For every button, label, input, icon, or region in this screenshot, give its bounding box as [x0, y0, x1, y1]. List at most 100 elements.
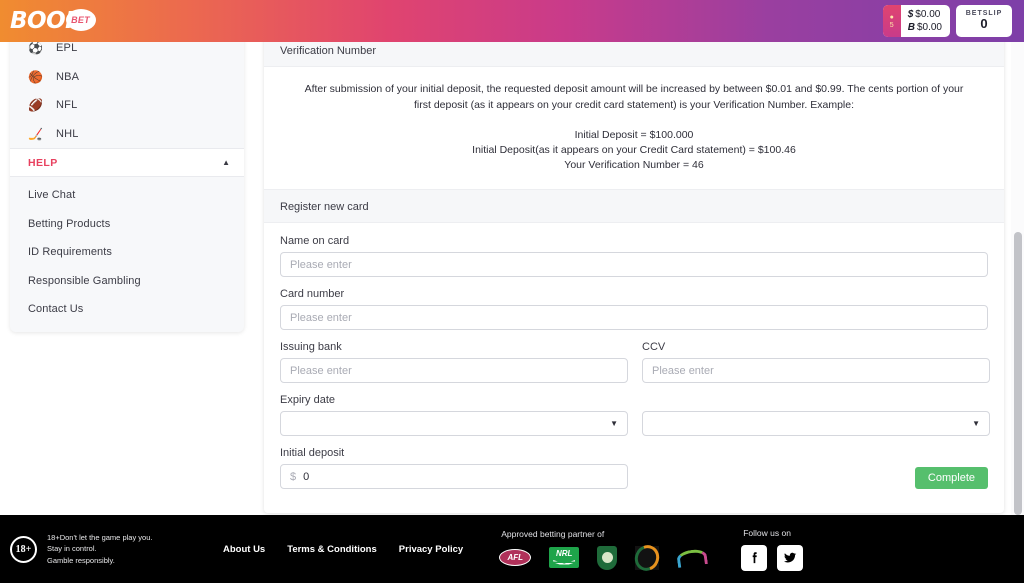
facebook-icon[interactable] [741, 545, 767, 571]
ccv-input[interactable] [642, 358, 990, 383]
afl-logo-mark: AFL [499, 549, 531, 566]
card-number-field: Card number [280, 288, 988, 330]
cricket-australia-logo[interactable] [597, 546, 617, 570]
expiry-year-label [642, 394, 990, 406]
issuing-bank-field: Issuing bank [280, 341, 628, 383]
balance-icon-column: ● 5 [883, 5, 901, 37]
expiry-year-select[interactable]: ▼ [642, 411, 990, 436]
name-on-card-row: Name on card [280, 235, 988, 277]
tennis-australia-logo[interactable] [677, 548, 707, 568]
expiry-date-label: Expiry date [280, 394, 628, 406]
footer-link-terms-conditions[interactable]: Terms & Conditions [287, 544, 377, 555]
initial-deposit-row: $ 0 Complete [280, 464, 988, 489]
sidebar-item-id-requirements[interactable]: ID Requirements [10, 238, 244, 267]
twitter-icon[interactable] [777, 545, 803, 571]
sidebar-item-live-chat[interactable]: Live Chat [10, 181, 244, 210]
name-on-card-field: Name on card [280, 235, 988, 277]
sidebar-help-header[interactable]: HELP ▲ [10, 148, 244, 177]
issuing-bank-input[interactable] [280, 358, 628, 383]
sidebar-item-label: Responsible Gambling [28, 275, 141, 287]
balance-box[interactable]: ● 5 $$0.00 B$0.00 [883, 5, 950, 37]
site-footer: 18+ 18+Don't let the game play you. Stay… [0, 515, 1024, 583]
bonus-amount: $0.00 [917, 22, 942, 33]
sidebar-item-label: EPL [56, 42, 77, 54]
name-on-card-input[interactable] [280, 252, 988, 277]
soccer-ball-icon: ⚽ [28, 41, 50, 55]
complete-button[interactable]: Complete [915, 467, 988, 489]
sidebar-item-contact-us[interactable]: Contact Us [10, 295, 244, 324]
responsible-line-1: 18+Don't let the game play you. [47, 532, 207, 544]
example-line-1: Initial Deposit = $100.000 [300, 128, 968, 143]
card-number-input[interactable] [280, 305, 988, 330]
initial-deposit-value: 0 [303, 471, 309, 483]
sidebar-item-responsible-gambling[interactable]: Responsible Gambling [10, 267, 244, 296]
example-line-2: Initial Deposit(as it appears on your Cr… [300, 143, 968, 158]
sidebar-item-betting-products[interactable]: Betting Products [10, 210, 244, 239]
nrl-logo-mark: NRL [549, 547, 579, 568]
betslip-button[interactable]: BETSLIP 0 [956, 5, 1012, 37]
partner-logo-list: AFL NRL [499, 546, 707, 570]
sidebar-item-label: Contact Us [28, 303, 83, 315]
sidebar: ⚽ EPL 🏀 NBA 🏈 NFL 🏒 NHL HELP ▲ Liv [10, 34, 244, 332]
verification-section-title: Verification Number [280, 45, 376, 57]
sidebar-item-label: ID Requirements [28, 246, 112, 258]
balance-values: $$0.00 B$0.00 [901, 5, 950, 37]
american-football-icon: 🏈 [28, 98, 50, 112]
app-root: BOOM BET ● 5 $$0.00 B$0.00 [0, 0, 1024, 583]
sidebar-item-label: NBA [56, 71, 79, 83]
age-restriction-badge: 18+ [10, 536, 37, 563]
footer-link-about-us[interactable]: About Us [223, 544, 265, 555]
page-scrollbar-thumb[interactable] [1014, 232, 1022, 515]
sidebar-help-list: Live Chat Betting Products ID Requiremen… [10, 177, 244, 332]
betslip-count: 0 [980, 17, 987, 31]
responsible-line-2: Stay in control. [47, 543, 207, 555]
responsible-line-3: Gamble responsibly. [47, 555, 207, 567]
name-on-card-label: Name on card [280, 235, 988, 247]
betting-partners: Approved betting partner of AFL NRL [499, 529, 707, 570]
cash-balance-row: $$0.00 [908, 9, 942, 21]
social-title: Follow us on [743, 528, 803, 538]
header-right-group: ● 5 $$0.00 B$0.00 BETSLIP 0 [883, 5, 1012, 37]
body-area: ⚽ EPL 🏀 NBA 🏈 NFL 🏒 NHL HELP ▲ Liv [0, 42, 1024, 515]
responsible-gambling-text: 18+Don't let the game play you. Stay in … [47, 532, 207, 567]
social-icon-list [741, 545, 803, 571]
example-line-3: Your Verification Number = 46 [300, 158, 968, 173]
partners-title: Approved betting partner of [501, 529, 707, 539]
expiry-month-field: Expiry date ▼ [280, 394, 628, 436]
sidebar-item-nhl[interactable]: 🏒 NHL [10, 120, 244, 149]
caret-down-icon: ▼ [972, 419, 980, 428]
main-content-card: Verification Number After submission of … [264, 34, 1004, 513]
bonus-symbol: B [908, 22, 915, 33]
initial-deposit-field: $ 0 [280, 464, 628, 489]
chevron-up-icon[interactable]: ▲ [222, 158, 230, 167]
issuing-bank-label: Issuing bank [280, 341, 628, 353]
initial-deposit-input[interactable]: $ 0 [280, 464, 628, 489]
sidebar-item-label: NFL [56, 99, 77, 111]
sidebar-item-nba[interactable]: 🏀 NBA [10, 63, 244, 92]
football-australia-logo-mark [635, 546, 659, 570]
hockey-puck-icon: 🏒 [28, 127, 50, 141]
sidebar-item-label: NHL [56, 128, 79, 140]
afl-logo[interactable]: AFL [499, 549, 531, 566]
page-scrollbar-track[interactable] [1011, 42, 1024, 515]
expiry-date-row: Expiry date ▼ ▼ [280, 394, 988, 436]
logo-bet-badge: BET [66, 9, 96, 31]
verification-example: Initial Deposit = $100.000 Initial Depos… [300, 128, 968, 174]
caret-down-icon: ▼ [610, 419, 618, 428]
verification-body: After submission of your initial deposit… [264, 67, 1004, 190]
basketball-icon: 🏀 [28, 70, 50, 84]
ccv-field: CCV [642, 341, 990, 383]
coin-icon: ● [890, 14, 894, 21]
tennis-australia-logo-mark [677, 548, 707, 568]
site-logo[interactable]: BOOM BET [10, 0, 88, 42]
verification-paragraph: After submission of your initial deposit… [300, 81, 968, 114]
football-australia-logo[interactable] [635, 546, 659, 570]
bank-ccv-row: Issuing bank CCV [280, 341, 988, 383]
nrl-logo[interactable]: NRL [549, 547, 579, 568]
footer-link-privacy-policy[interactable]: Privacy Policy [399, 544, 463, 555]
initial-deposit-label: Initial deposit [280, 447, 988, 459]
register-card-section-header: Register new card [264, 190, 1004, 223]
expiry-month-select[interactable]: ▼ [280, 411, 628, 436]
sidebar-item-nfl[interactable]: 🏈 NFL [10, 91, 244, 120]
currency-symbol: $ [290, 471, 296, 483]
